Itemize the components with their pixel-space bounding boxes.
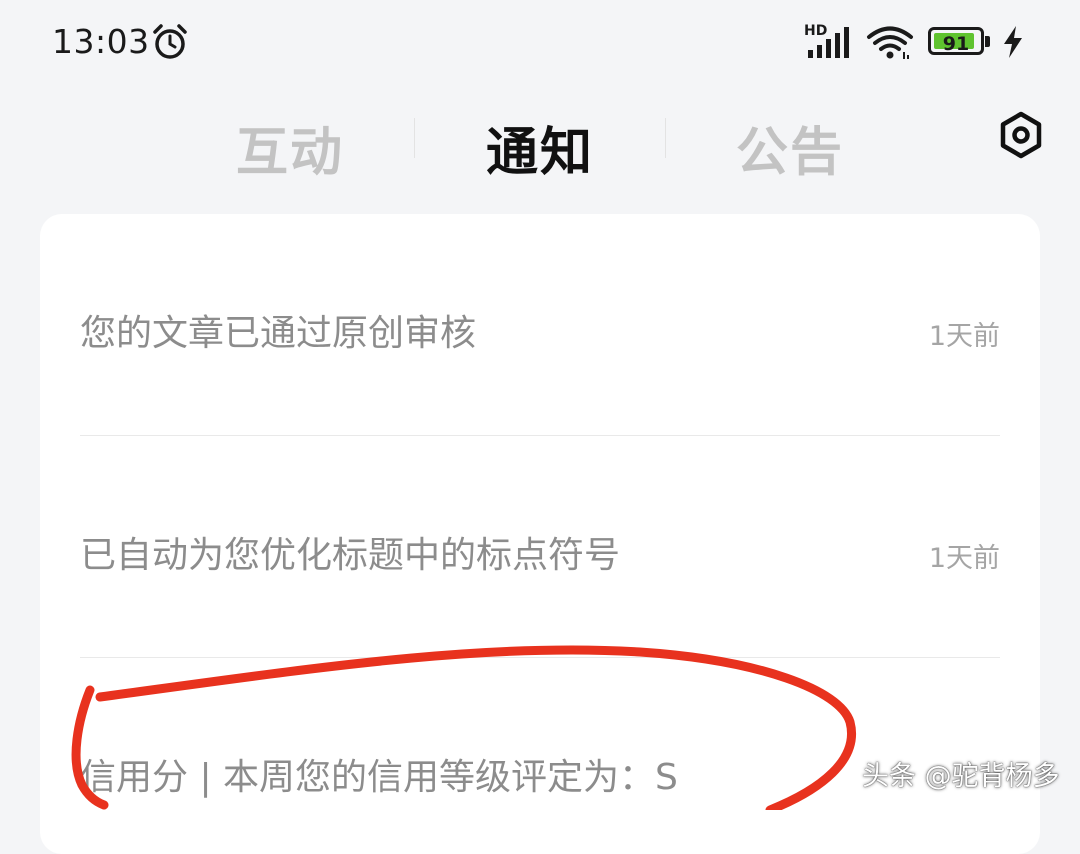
notification-time: 1天前 xyxy=(928,321,1000,352)
network-label: HD xyxy=(804,23,827,39)
notification-title: 您的文章已通过原创审核 xyxy=(80,313,477,354)
tab-notify[interactable]: 通知 xyxy=(486,110,594,185)
notification-time: 1天前 xyxy=(928,543,1000,574)
settings-icon[interactable] xyxy=(996,110,1046,160)
status-bar: 13:03 HD 91 xyxy=(0,0,1080,84)
watermark: 头条 @驼背杨多 xyxy=(862,761,1060,792)
divider xyxy=(80,657,1000,658)
status-time: 13:03 xyxy=(52,22,150,61)
tab-announcement[interactable]: 公告 xyxy=(736,110,844,185)
tab-interact[interactable]: 互动 xyxy=(236,110,344,185)
signal-icon: HD xyxy=(804,23,849,58)
notification-title: 已自动为您优化标题中的标点符号 xyxy=(80,535,621,576)
tab-bar: 互动 通知 公告 xyxy=(0,100,1080,190)
battery-indicator: 91 xyxy=(928,27,990,57)
divider xyxy=(80,435,1000,436)
charging-icon xyxy=(1004,26,1022,58)
notification-title: 信用分 | 本周您的信用等级评定为：S xyxy=(80,757,678,798)
wifi-icon xyxy=(867,26,913,59)
battery-level: 91 xyxy=(942,33,970,55)
alarm-icon xyxy=(153,24,187,59)
tab-divider xyxy=(414,118,415,158)
tab-divider xyxy=(665,118,666,158)
